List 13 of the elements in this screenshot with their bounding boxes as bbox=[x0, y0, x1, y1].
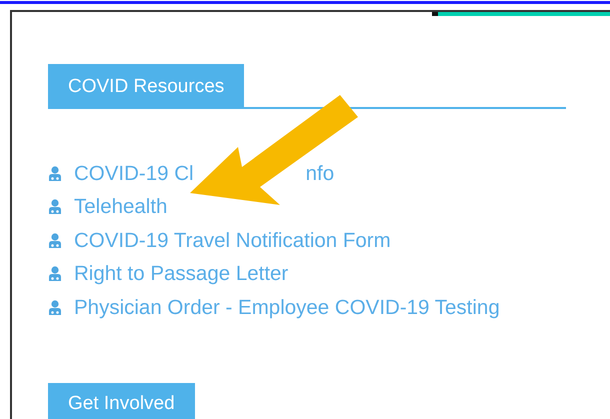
doctor-icon bbox=[48, 166, 62, 182]
doctor-icon bbox=[48, 300, 62, 316]
resource-link[interactable]: nfo bbox=[306, 162, 334, 186]
resource-link[interactable]: COVID-19 Cl bbox=[74, 162, 194, 186]
resource-link[interactable]: Right to Passage Letter bbox=[74, 262, 288, 286]
resource-link[interactable]: Telehealth bbox=[74, 195, 168, 220]
doctor-icon bbox=[48, 232, 62, 249]
doctor-icon bbox=[48, 266, 62, 282]
resource-link[interactable]: COVID-19 Travel Notification Form bbox=[74, 228, 391, 253]
get-involved-button[interactable]: Get Involved bbox=[48, 382, 195, 419]
doctor-icon bbox=[48, 199, 62, 216]
section-heading: COVID Resources bbox=[48, 64, 244, 109]
resource-link[interactable]: Physician Order - Employee COVID-19 Testing bbox=[74, 296, 500, 320]
